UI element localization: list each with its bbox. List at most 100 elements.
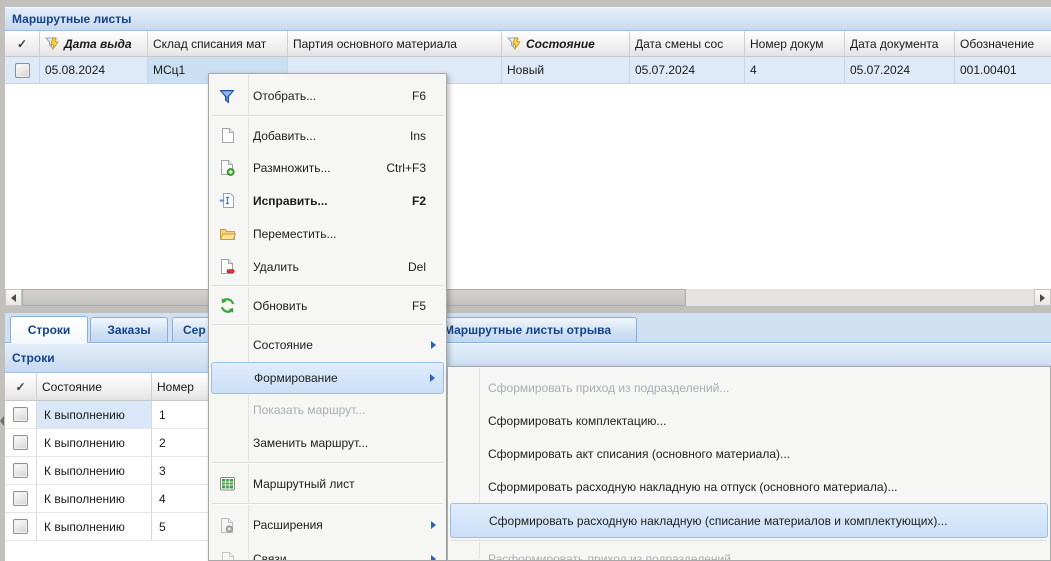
tab-route-sheets-otryva[interactable]: Маршрутные листы отрыва (418, 317, 637, 342)
row-check-cell[interactable] (5, 429, 37, 457)
menu-item-formation[interactable]: Формирование (211, 362, 444, 394)
state-cell[interactable]: К выполнению (37, 485, 152, 513)
menu-separator (212, 324, 443, 326)
cell-text: МСц1 (153, 63, 185, 77)
tab-stroki[interactable]: Строки (10, 316, 88, 343)
menu-item-label: Формирование (254, 371, 338, 385)
column-header-state-change-date[interactable]: Дата смены сос (630, 31, 745, 56)
horizontal-scrollbar[interactable] (5, 289, 1051, 306)
panel-splitter[interactable] (5, 306, 1051, 313)
menu-item-delete[interactable]: Удалить Del (211, 251, 444, 282)
cell-doc-date[interactable]: 05.07.2024 (845, 57, 955, 83)
row-checkbox[interactable] (13, 519, 28, 534)
scroll-left-button[interactable] (5, 289, 22, 306)
column-label: Состояние (526, 37, 595, 51)
menu-item-state[interactable]: Состояние (211, 330, 444, 360)
menu-item-refresh[interactable]: Обновить F5 (211, 290, 444, 321)
menu-item-add[interactable]: Добавить... Ins (211, 120, 444, 151)
column-header-state[interactable]: Состояние (37, 373, 152, 400)
collapse-left-icon[interactable] (0, 414, 5, 428)
menu-separator (212, 462, 443, 464)
row-checkbox[interactable] (13, 463, 28, 478)
menu-item-filter[interactable]: Отобрать... F6 (211, 81, 444, 111)
column-header-batch[interactable]: Партия основного материала (288, 31, 502, 56)
menu-item-shortcut: Ctrl+F3 (386, 161, 426, 175)
row-checkbox[interactable] (15, 63, 30, 78)
column-header-doc-date[interactable]: Дата документа (845, 31, 955, 56)
row-check-cell[interactable] (5, 457, 37, 485)
top-panel-title: Маршрутные листы (12, 12, 131, 26)
submenu-arrow-icon (431, 521, 436, 529)
menu-item-label: Расширения (253, 518, 323, 532)
menu-item-replace-route[interactable]: Заменить маршрут... (211, 427, 444, 458)
cell-state-change-date[interactable]: 05.07.2024 (630, 57, 745, 83)
filter-icon (217, 87, 237, 105)
state-cell[interactable]: К выполнению (37, 457, 152, 485)
bottom-panel-title: Строки (12, 351, 55, 365)
menu-item-label: Сформировать приход из подразделений... (488, 381, 729, 395)
row-check-cell[interactable] (5, 401, 37, 429)
add-document-icon (217, 127, 237, 145)
menu-item-label: Обновить (253, 299, 307, 313)
menu-item-label: Удалить (253, 260, 299, 274)
column-header-warehouse[interactable]: Склад списания мат (148, 31, 288, 56)
column-header-state[interactable]: Состояние (502, 31, 630, 56)
column-header-designation[interactable]: Обозначение (955, 31, 1051, 56)
row-checkbox[interactable] (13, 435, 28, 450)
submenu-item-form-kitting[interactable]: Сформировать комплектацию... (450, 404, 1048, 437)
menu-item-label: Добавить... (253, 129, 316, 143)
menu-item-route-sheet[interactable]: Маршрутный лист (211, 467, 444, 500)
column-label: Номер докум (750, 37, 823, 51)
column-header-date-issued[interactable]: Дата выда (40, 31, 148, 56)
column-header-doc-number[interactable]: Номер докум (745, 31, 845, 56)
table-row[interactable]: 05.08.2024 МСц1 Новый 05.07.2024 4 05.07… (5, 57, 1051, 84)
tab-strip: Строки Заказы Сер Маршрутные листы отрыв… (5, 313, 1051, 343)
scroll-left-icon (11, 294, 16, 302)
menu-item-label: Исправить... (253, 194, 328, 208)
scroll-right-icon (1040, 294, 1045, 302)
cell-text: 1 (159, 408, 166, 422)
row-check-cell[interactable] (5, 513, 37, 541)
cell-text: Новый (507, 63, 544, 77)
filter-lightning-icon (45, 37, 60, 50)
menu-item-label: Состояние (253, 338, 313, 352)
menu-item-edit[interactable]: Исправить... F2 (211, 185, 444, 216)
row-checkbox[interactable] (13, 407, 28, 422)
check-icon: ✓ (17, 37, 27, 51)
row-check-cell[interactable] (5, 485, 37, 513)
tab-zakazy[interactable]: Заказы (90, 317, 168, 342)
menu-item-shortcut: Ins (410, 129, 426, 143)
duplicate-icon (217, 159, 237, 177)
menu-item-move[interactable]: Переместить... (211, 218, 444, 249)
cell-doc-number[interactable]: 4 (745, 57, 845, 83)
move-folder-icon (217, 225, 237, 243)
state-cell[interactable]: К выполнению (37, 429, 152, 457)
column-header-check[interactable]: ✓ (5, 373, 37, 400)
submenu-item-form-expense-invoice[interactable]: Сформировать расходную накладную (списан… (450, 503, 1048, 538)
cell-state[interactable]: Новый (502, 57, 630, 83)
submenu-item-form-writeoff-act[interactable]: Сформировать акт списания (основного мат… (450, 437, 1048, 470)
filter-lightning-icon (507, 37, 522, 50)
row-check-cell[interactable] (5, 57, 40, 83)
menu-item-duplicate[interactable]: Размножить... Ctrl+F3 (211, 152, 444, 183)
menu-item-extensions[interactable]: Расширения (211, 508, 444, 542)
top-panel-header: Маршрутные листы (5, 7, 1051, 31)
submenu-item-form-issue-invoice[interactable]: Сформировать расходную накладную на отпу… (450, 470, 1048, 503)
column-label: Обозначение (960, 37, 1034, 51)
state-cell[interactable]: К выполнению (37, 401, 152, 429)
cell-text: К выполнению (44, 464, 125, 478)
state-cell[interactable]: К выполнению (37, 513, 152, 541)
submenu-arrow-icon (431, 341, 436, 349)
edit-icon (217, 192, 237, 210)
menu-item-label: Показать маршрут... (253, 403, 365, 417)
row-checkbox[interactable] (13, 491, 28, 506)
column-header-check[interactable]: ✓ (5, 31, 40, 56)
submenu-item-form-receipt: Сформировать приход из подразделений... (450, 371, 1048, 404)
menu-separator (212, 285, 443, 287)
menu-item-links[interactable]: Связи (211, 544, 444, 561)
cell-date-issued[interactable]: 05.08.2024 (40, 57, 148, 83)
cell-designation[interactable]: 001.00401 (955, 57, 1051, 83)
menu-item-shortcut: F5 (412, 299, 426, 313)
scroll-right-button[interactable] (1034, 289, 1051, 306)
tab-label: Маршрутные листы отрыва (444, 323, 611, 337)
